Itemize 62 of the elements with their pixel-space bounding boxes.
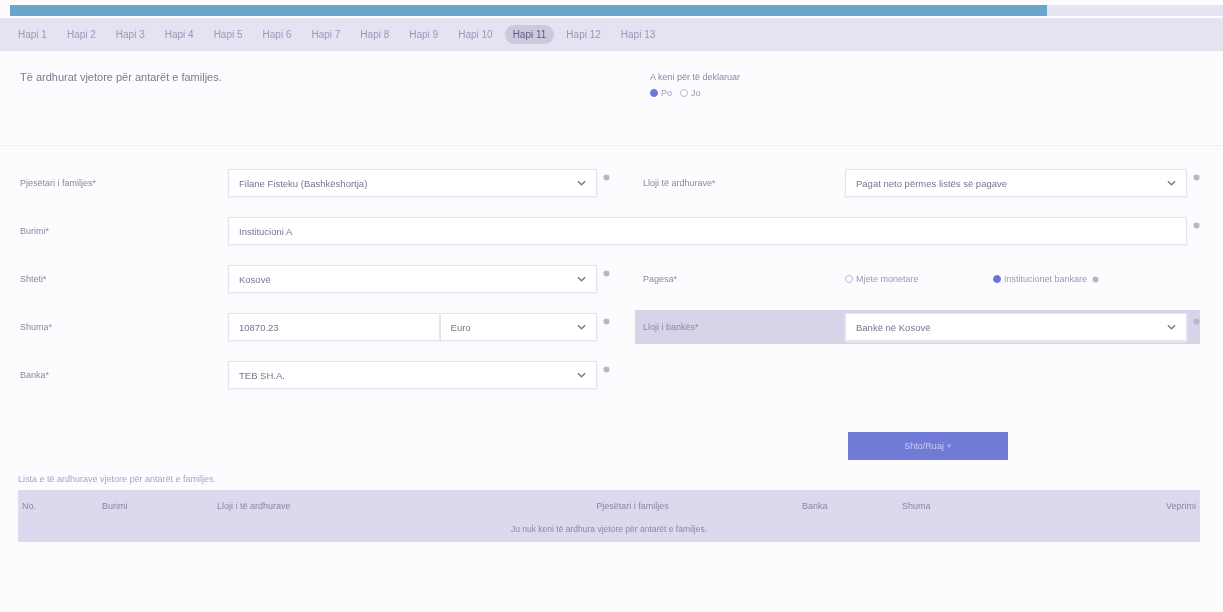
radio-label: Po: [661, 88, 672, 98]
column-header: Lloji i të ardhurave: [216, 501, 292, 511]
input-field[interactable]: 10870.23: [228, 313, 440, 341]
column-header: Shuma: [901, 501, 932, 511]
chevron-down-icon: [1167, 180, 1176, 186]
column-header: Burimi: [101, 501, 129, 511]
step-tab[interactable]: Hapi 9: [401, 25, 447, 44]
column-header: No.: [21, 501, 37, 511]
add-button[interactable]: Shto/Ruaj +: [848, 432, 1008, 460]
step-tab[interactable]: Hapi 1: [10, 25, 55, 44]
info-icon: [1092, 275, 1100, 283]
chevron-down-icon: [577, 180, 586, 186]
step-tab[interactable]: Hapi 10: [450, 25, 501, 44]
info-icon: [603, 317, 610, 325]
info-icon: [603, 365, 610, 373]
field-label: Shuma*: [20, 322, 54, 332]
select-field[interactable]: Filane Fisteku (Bashkëshortja): [228, 169, 597, 197]
step-tab[interactable]: Hapi 3: [107, 25, 153, 44]
radio-button[interactable]: [993, 275, 1001, 283]
select-field[interactable]: Bankë në Kosovë: [845, 313, 1187, 341]
radio-button[interactable]: [845, 275, 853, 283]
list-title: Lista e të ardhurave vjetore për antarët e familjes.: [17, 473, 218, 486]
select-field[interactable]: TEB SH.A.: [228, 361, 597, 389]
chevron-down-icon: [1167, 324, 1176, 330]
column-header: Banka: [801, 501, 829, 511]
step-tab[interactable]: Hapi 13: [612, 25, 664, 44]
info-icon: [603, 269, 610, 277]
field-label: Pagesa*: [643, 274, 679, 284]
step-tab[interactable]: Hapi 4: [156, 25, 202, 44]
column-header: Veprimi: [1165, 501, 1197, 511]
question-label: A keni për të deklaruar: [650, 72, 741, 82]
radio-button[interactable]: [680, 89, 688, 97]
select-field[interactable]: Euro: [439, 313, 597, 341]
section-title: Të ardhurat vjetore për antarët e familjes.: [20, 70, 223, 85]
radio-label: Institucionet bankare: [1004, 274, 1088, 284]
field-label: Lloji të ardhurave*: [643, 178, 717, 188]
chevron-down-icon: [577, 276, 586, 282]
step-tab[interactable]: Hapi 2: [58, 25, 104, 44]
info-icon: [1193, 173, 1200, 181]
empty-table-message: Ju nuk keni të ardhura vjetore për antarët e familjes.: [509, 523, 709, 536]
field-label: Banka*: [20, 370, 51, 380]
field-label: Pjesëtari i familjes*: [20, 178, 98, 188]
radio-label: Mjete monetare: [856, 274, 919, 284]
info-icon: [1193, 221, 1200, 229]
chevron-down-icon: [577, 324, 586, 330]
field-label: Lloji i bankës*: [643, 322, 700, 332]
step-tab[interactable]: Hapi 5: [205, 25, 251, 44]
step-tab[interactable]: Hapi 6: [254, 25, 300, 44]
select-field[interactable]: Kosovë: [228, 265, 597, 293]
chevron-down-icon: [577, 372, 586, 378]
step-tab[interactable]: Hapi 8: [352, 25, 398, 44]
radio-label: Jo: [691, 88, 701, 98]
input-field[interactable]: Institucioni A: [228, 217, 1187, 245]
radio-button[interactable]: [650, 89, 658, 97]
step-tab[interactable]: Hapi 7: [303, 25, 349, 44]
step-tab[interactable]: Hapi 11: [504, 25, 555, 44]
select-field[interactable]: Pagat neto përmes listës së pagave: [845, 169, 1187, 197]
field-label: Burimi*: [20, 226, 50, 236]
info-icon: [1193, 317, 1200, 325]
field-label: Shteti*: [20, 274, 48, 284]
step-tab[interactable]: Hapi 12: [558, 25, 609, 44]
info-icon: [603, 173, 610, 181]
